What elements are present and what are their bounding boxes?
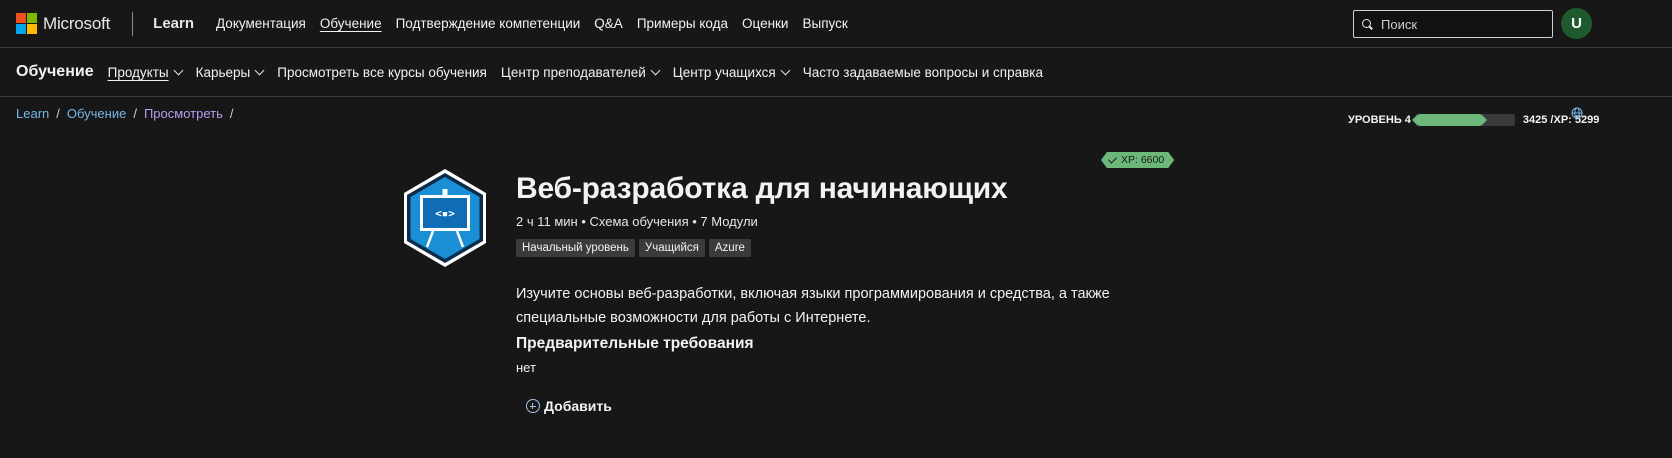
training-subnav: Обучение Продукты Карьеры Просмотреть вс… (0, 48, 1672, 126)
top-nav: Документация Обучение Подтверждение комп… (216, 16, 862, 31)
prerequisites-heading: Предварительные требования (516, 335, 754, 352)
microsoft-logo-icon (16, 13, 37, 34)
learn-home-link[interactable]: Learn (153, 15, 194, 32)
subnav-products[interactable]: Продукты (107, 64, 184, 80)
xp-reward-badge: XP: 6600 (1101, 152, 1174, 168)
nav-credentials[interactable]: Подтверждение компетенции (396, 16, 581, 31)
nav-shows[interactable]: Выпуск (802, 16, 847, 31)
microsoft-wordmark: Microsoft (43, 13, 111, 33)
course-meta: 2 ч 11 мин • Схема обучения • 7 Модули (516, 214, 758, 229)
search-box[interactable]: Поиск (1353, 10, 1553, 38)
level-progress-link[interactable]: УРОВЕНЬ 4 3425 /XP: 5299 (1348, 114, 1599, 126)
user-avatar-button[interactable]: U (1561, 8, 1592, 39)
presentation-code-icon: <▪> (404, 169, 486, 267)
breadcrumb-learn[interactable]: Learn (16, 106, 49, 121)
subnav-educator-center-label: Центр преподавателей (500, 64, 646, 80)
microsoft-logo-link[interactable]: Microsoft (16, 13, 110, 34)
breadcrumb-browse[interactable]: Просмотреть (144, 106, 223, 121)
subnav-student-hub-label: Центр учащихся (672, 64, 776, 80)
add-circle-icon (526, 399, 540, 413)
svg-text:<▪>: <▪> (435, 207, 455, 220)
subnav-browse-all-label: Просмотреть все курсы обучения (277, 64, 487, 80)
global-header: Microsoft Learn Документация Обучение По… (0, 0, 1672, 48)
subnav-items: Продукты Карьеры Просмотреть все курсы о… (108, 65, 1057, 80)
search-icon (1362, 18, 1373, 30)
nav-qa[interactable]: Q&A (594, 16, 623, 31)
subnav-educator-center[interactable]: Центр преподавателей (500, 64, 661, 80)
xp-progress-fill (1411, 114, 1487, 126)
breadcrumb-training[interactable]: Обучение (67, 106, 126, 121)
subnav-careers[interactable]: Карьеры (195, 64, 265, 80)
tag-product[interactable]: Azure (708, 239, 751, 257)
xp-reward-text: XP: 6600 (1121, 154, 1165, 166)
breadcrumb-separator: / (56, 106, 60, 121)
subnav-faq-label: Часто задаваемые вопросы и справка (802, 64, 1043, 80)
chevron-down-icon (254, 65, 265, 75)
add-button-label: Добавить (544, 398, 612, 414)
tag-level[interactable]: Начальный уровень (516, 239, 635, 257)
subnav-products-label: Продукты (107, 64, 169, 80)
search-placeholder: Поиск (1381, 16, 1418, 32)
add-to-collection-button[interactable]: Добавить (526, 398, 612, 414)
breadcrumb-separator: / (229, 106, 234, 121)
nav-code-samples[interactable]: Примеры кода (637, 16, 728, 31)
breadcrumb-separator: / (133, 106, 137, 121)
training-home-link[interactable]: Обучение (16, 63, 94, 81)
chevron-down-icon (650, 65, 661, 75)
chevron-down-icon (173, 65, 184, 75)
chevron-down-icon (780, 65, 791, 75)
subnav-browse-all[interactable]: Просмотреть все курсы обучения (277, 65, 487, 80)
xp-progress-bar (1411, 114, 1515, 126)
course-tags: Начальный уровень Учащийся Azure (516, 239, 755, 257)
tag-role[interactable]: Учащийся (638, 239, 705, 257)
prerequisites-value: нет (516, 360, 536, 375)
header-divider (132, 11, 134, 36)
course-description: Изучите основы веб-разработки, включая я… (516, 286, 1110, 326)
nav-training[interactable]: Обучение (320, 16, 382, 31)
checkmark-icon (1108, 154, 1117, 163)
subnav-careers-label: Карьеры (195, 64, 251, 80)
page-title: Веб-разработка для начинающих (516, 172, 1008, 205)
breadcrumb: Learn / Обучение / Просмотреть / (16, 106, 240, 121)
xp-total-text: 3425 /XP: 5299 (1522, 114, 1600, 126)
nav-assessments[interactable]: Оценки (742, 16, 789, 31)
level-label: УРОВЕНЬ 4 (1348, 114, 1411, 126)
subnav-student-hub[interactable]: Центр учащихся (672, 64, 791, 80)
subnav-faq[interactable]: Часто задаваемые вопросы и справка (803, 65, 1043, 80)
nav-docs[interactable]: Документация (216, 16, 306, 31)
globe-icon[interactable] (1571, 107, 1583, 119)
